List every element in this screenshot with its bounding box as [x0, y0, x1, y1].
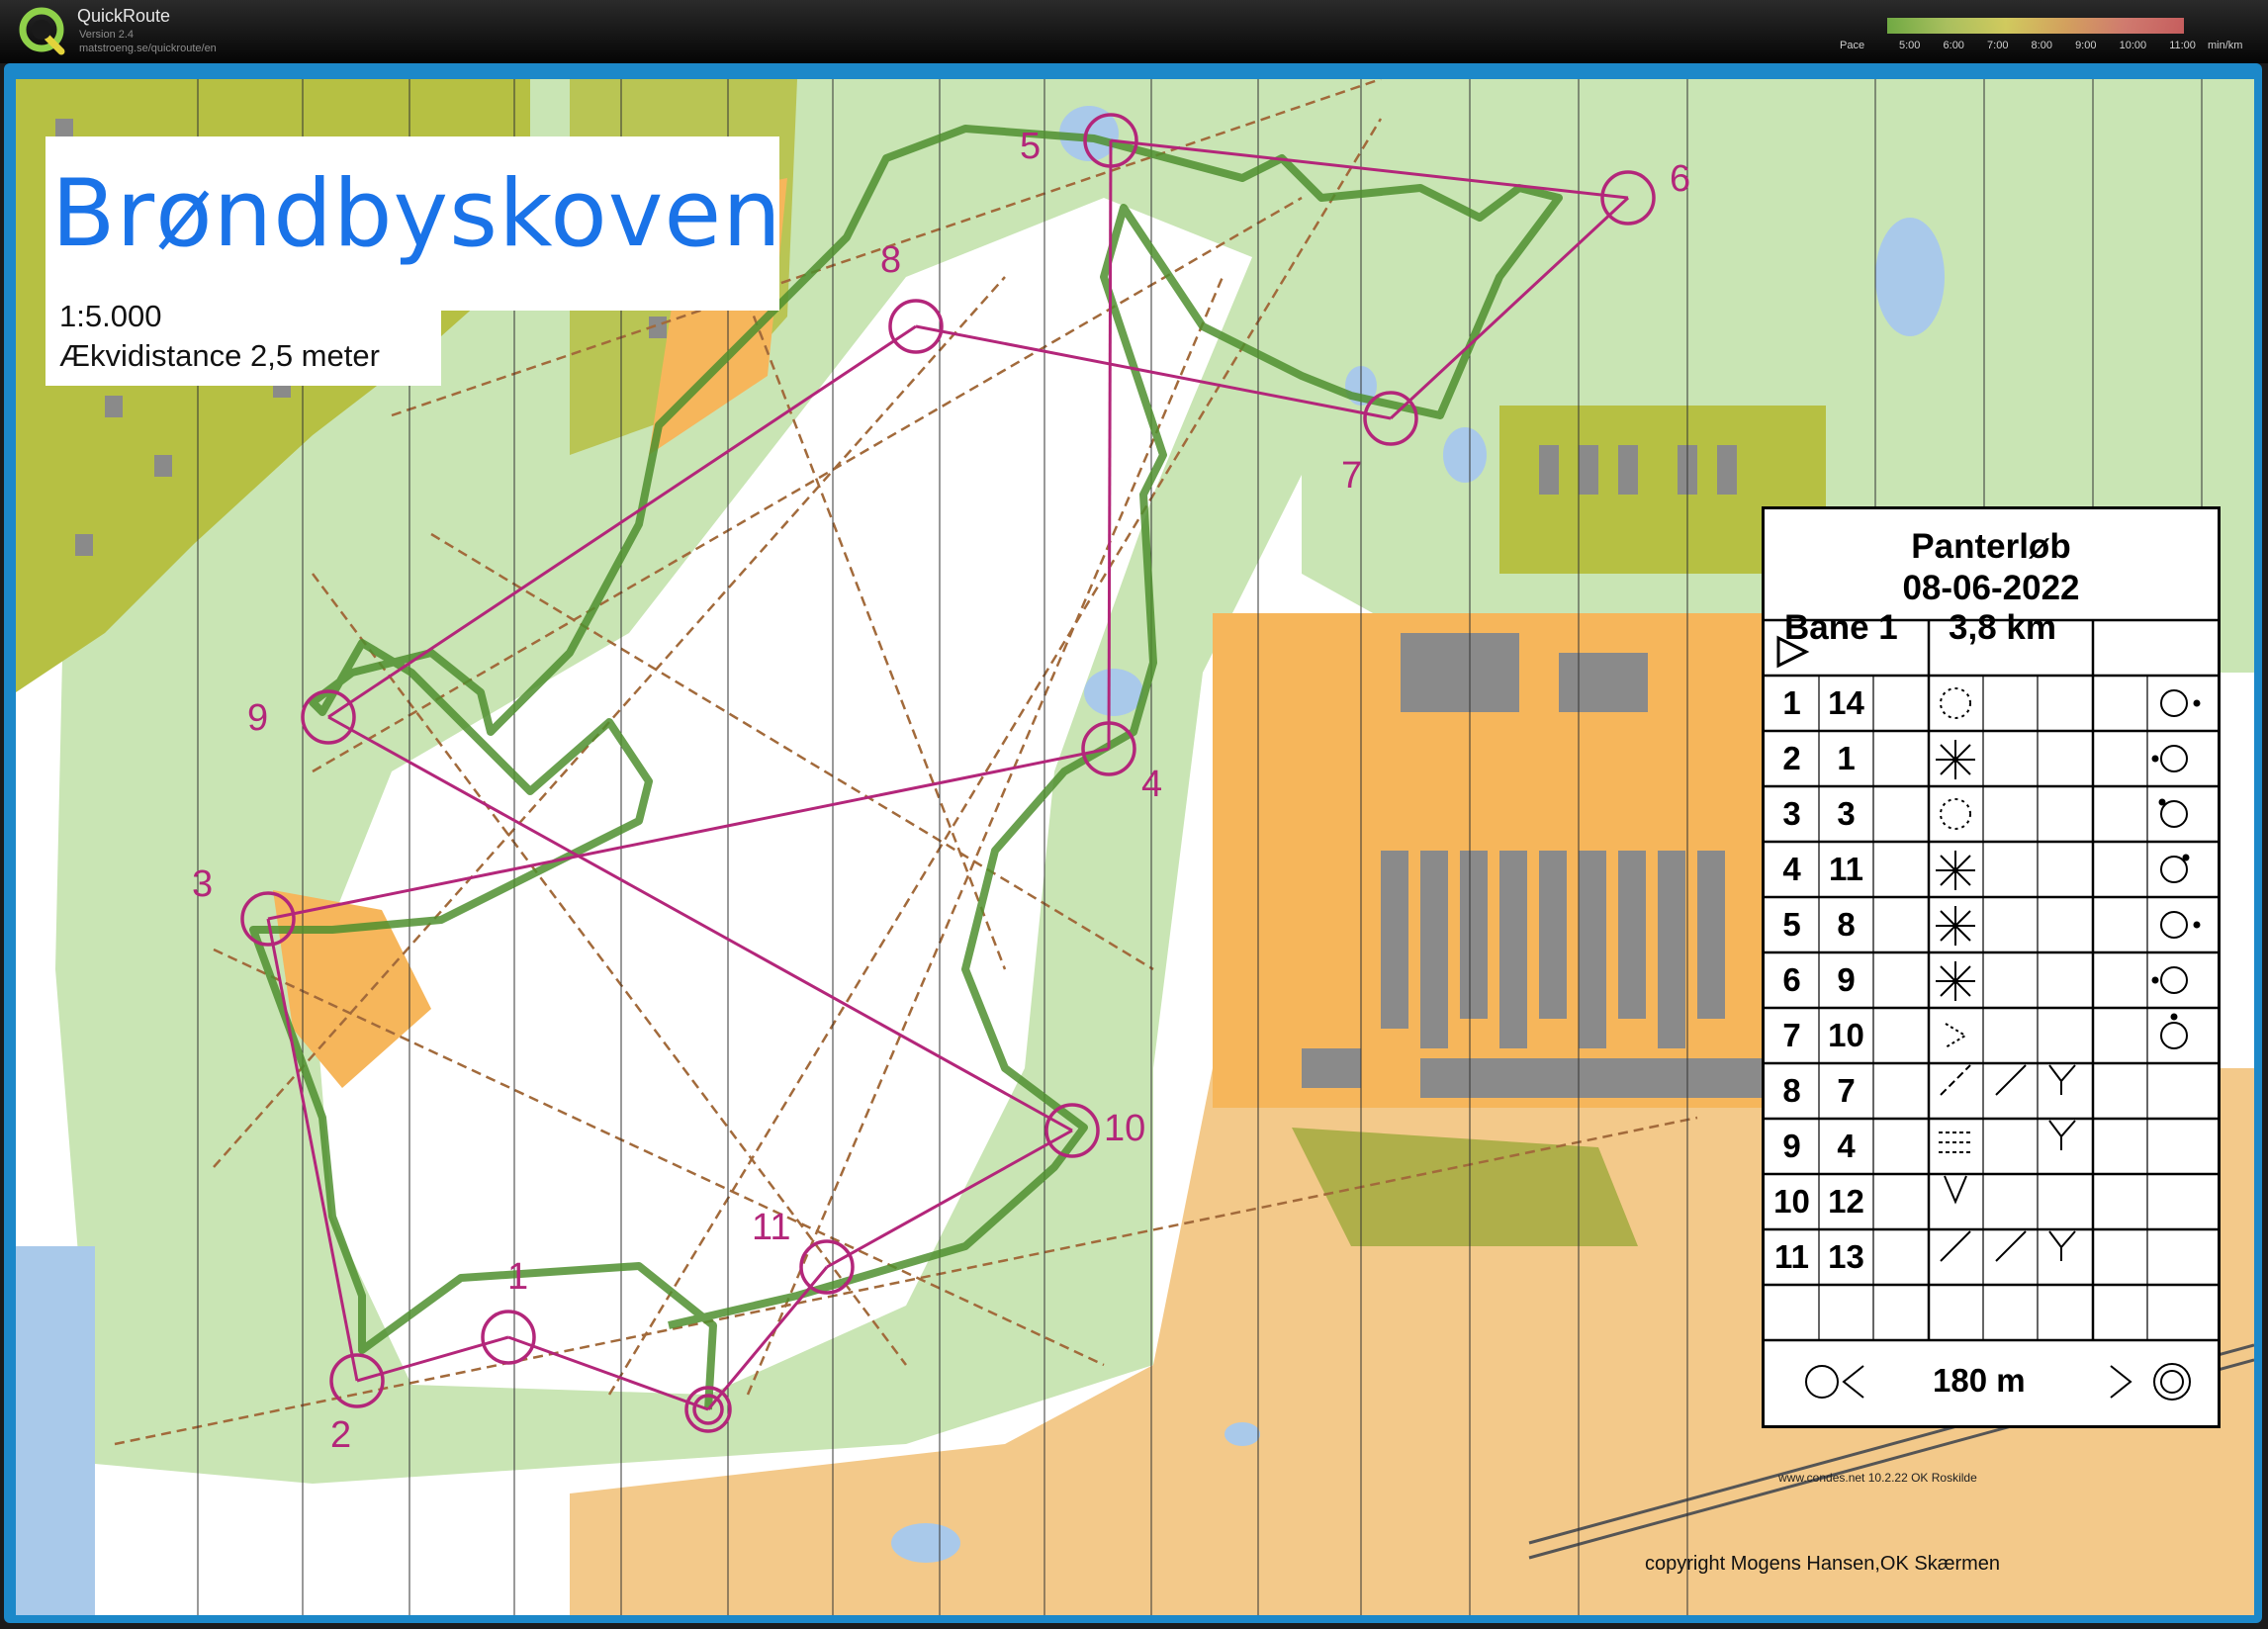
pace-tick: 7:00 — [1987, 40, 2009, 51]
app-title-bar: QuickRoute Version 2.4 matstroeng.se/qui… — [0, 0, 2268, 63]
quickroute-logo-icon — [19, 7, 65, 55]
control-order: 6 — [1782, 961, 1801, 998]
description-row: 3 3 — [1765, 786, 2218, 842]
control-code: 4 — [1837, 1128, 1856, 1164]
control-number-6: 6 — [1670, 158, 1691, 200]
control-order: 3 — [1782, 795, 1801, 832]
control-number-9: 9 — [247, 697, 269, 739]
app-url[interactable]: matstroeng.se/quickroute/en — [79, 43, 217, 54]
control-code: 9 — [1837, 961, 1856, 998]
description-row: 2 1 — [1765, 731, 2218, 786]
description-row: 7 10 — [1765, 1008, 2218, 1063]
map-title: Brøndbyskoven — [51, 160, 782, 268]
description-row: 1 14 — [1765, 676, 2218, 731]
control-number-2: 2 — [330, 1414, 352, 1456]
control-order: 4 — [1782, 851, 1801, 887]
pace-tick: 6:00 — [1943, 40, 1964, 51]
control-order: 2 — [1782, 740, 1801, 776]
control-number-4: 4 — [1141, 764, 1163, 805]
pace-unit: min/km — [2208, 40, 2243, 51]
description-row: 8 7 — [1765, 1063, 2218, 1119]
control-number-11: 11 — [752, 1207, 791, 1248]
control-code: 1 — [1837, 740, 1856, 776]
control-number-8: 8 — [880, 239, 902, 281]
map-copyright: copyright Mogens Hansen,OK Skærmen — [1645, 1553, 2001, 1575]
control-code: 7 — [1837, 1072, 1856, 1109]
contour-interval: Ækvidistance 2,5 meter — [59, 338, 380, 373]
control-number-5: 5 — [1020, 126, 1042, 167]
control-order: 10 — [1773, 1183, 1810, 1220]
pace-tick: 9:00 — [2075, 40, 2097, 51]
pace-tick: 10:00 — [2119, 40, 2147, 51]
control-code: 10 — [1828, 1017, 1864, 1053]
control-order: 7 — [1782, 1017, 1801, 1053]
description-row: 9 4 — [1765, 1119, 2218, 1174]
description-row: 4 11 — [1765, 842, 2218, 897]
pace-ticks: 5:00 6:00 7:00 8:00 9:00 10:00 11:00 — [1899, 40, 2196, 51]
control-code: 12 — [1828, 1183, 1864, 1220]
pace-tick: 5:00 — [1899, 40, 1921, 51]
app-name: QuickRoute — [77, 6, 171, 26]
control-order: 1 — [1782, 684, 1801, 721]
control-code: 14 — [1828, 684, 1864, 721]
canal — [16, 1246, 95, 1615]
pace-tick: 11:00 — [2169, 40, 2196, 51]
control-order: 9 — [1782, 1128, 1801, 1164]
condes-credit: www.condes.net 10.2.22 OK Roskilde — [1778, 1471, 1977, 1485]
event-name: Panterløb — [1911, 527, 2071, 566]
finish-distance: 180 m — [1933, 1362, 2026, 1399]
description-row: 10 12 — [1765, 1174, 2218, 1229]
app-version: Version 2.4 — [79, 29, 135, 41]
control-number-1: 1 — [507, 1256, 529, 1298]
course-length: 3,8 km — [1949, 608, 2056, 647]
last-control-circle-icon — [1805, 1365, 1839, 1399]
finish-icon — [2153, 1363, 2191, 1401]
pace-color-scale — [1887, 18, 2184, 34]
control-number-3: 3 — [192, 863, 214, 905]
control-description-sheet: Panterløb 08-06-2022 Bane 1 3,8 km 1 1 4 … — [1762, 506, 2221, 1428]
control-code: 3 — [1837, 795, 1856, 832]
event-date: 08-06-2022 — [1902, 569, 2080, 607]
control-order: 5 — [1782, 906, 1801, 943]
control-code: 11 — [1829, 851, 1863, 887]
control-code: 13 — [1828, 1238, 1864, 1275]
description-row: 6 9 — [1765, 952, 2218, 1008]
pace-label: Pace — [1840, 40, 1865, 51]
control-number-7: 7 — [1341, 455, 1363, 497]
map-scale: 1:5.000 — [59, 299, 162, 333]
control-order: 11 — [1774, 1238, 1809, 1275]
control-code: 8 — [1837, 906, 1856, 943]
course-name: Bane 1 — [1784, 608, 1898, 647]
pace-tick: 8:00 — [2031, 40, 2052, 51]
control-number-10: 10 — [1104, 1108, 1146, 1149]
control-order: 8 — [1782, 1072, 1801, 1109]
description-row: 11 13 — [1765, 1229, 2218, 1285]
description-row: 5 8 — [1765, 897, 2218, 952]
